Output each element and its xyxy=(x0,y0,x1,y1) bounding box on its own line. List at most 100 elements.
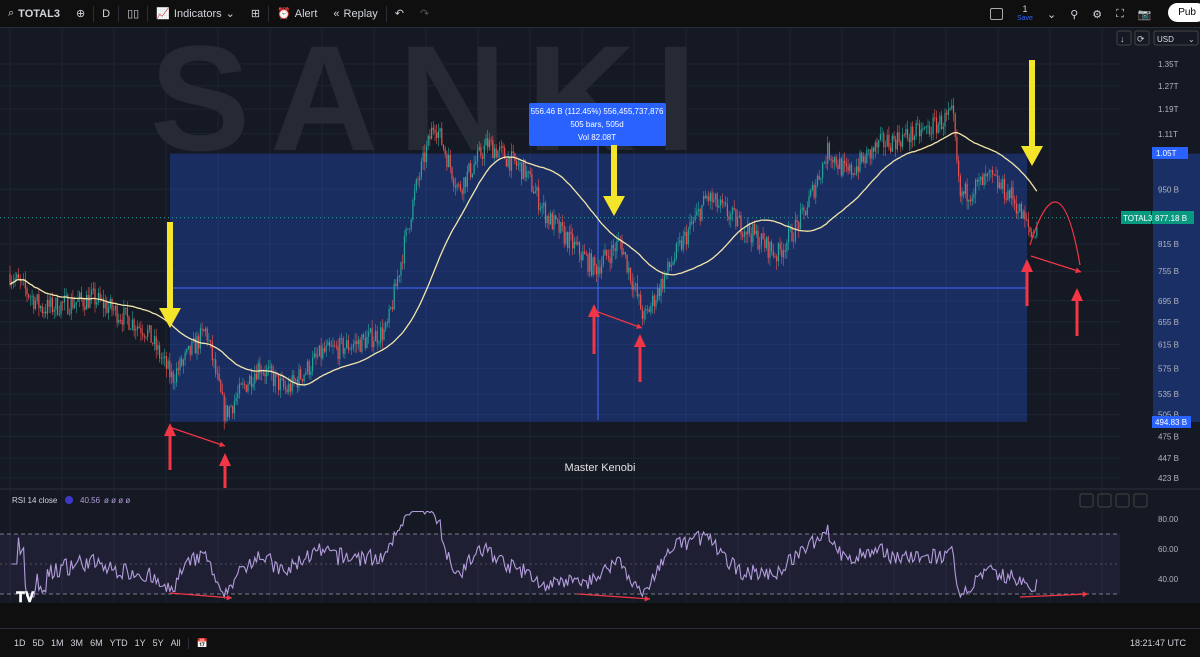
red-arrow-shaft xyxy=(592,316,596,354)
compare-button[interactable]: ⊕ xyxy=(68,0,93,27)
quick-search-icon[interactable]: ⚲ xyxy=(1070,8,1078,21)
candle-body xyxy=(563,225,565,244)
candle-body xyxy=(208,340,210,341)
candle-body xyxy=(975,179,977,195)
candle-body xyxy=(881,133,883,135)
candle-body xyxy=(958,160,960,176)
candle-body xyxy=(238,383,241,394)
candle-body xyxy=(541,206,543,209)
range-ytd[interactable]: YTD xyxy=(110,638,128,648)
chart-type-button[interactable]: ▯▯ xyxy=(119,0,147,27)
candle-body xyxy=(167,360,169,369)
layout-icon[interactable] xyxy=(990,8,1003,20)
candle-body xyxy=(454,185,456,188)
candle-body xyxy=(859,152,861,172)
clock[interactable]: 18:21:47 UTC xyxy=(1130,638,1186,648)
candle-body xyxy=(281,378,283,380)
candle-body xyxy=(567,232,569,249)
candle-body xyxy=(556,219,558,221)
candle-body xyxy=(199,328,201,349)
candle-body xyxy=(968,199,970,202)
chevron-down-icon[interactable]: ⌄ xyxy=(1047,8,1056,21)
candle-body xyxy=(623,252,625,255)
candle-body xyxy=(50,297,52,307)
candle-body xyxy=(453,178,455,186)
candle-body xyxy=(99,292,101,300)
fullscreen-icon[interactable]: ⛶ xyxy=(1116,8,1124,21)
candle-body xyxy=(935,117,938,133)
candle-body xyxy=(485,138,487,146)
candle-body xyxy=(531,174,533,192)
candle-body xyxy=(221,391,224,395)
candle-body xyxy=(470,163,472,178)
candle-body xyxy=(75,301,77,305)
range-6m[interactable]: 6M xyxy=(90,638,103,648)
candle-body xyxy=(990,170,992,172)
candle-body xyxy=(225,405,227,422)
price-tick: 815 B xyxy=(1158,240,1179,249)
candle-body xyxy=(827,142,829,164)
candle-body xyxy=(854,173,856,175)
candle-body xyxy=(884,146,887,148)
red-arrow-shaft xyxy=(168,435,172,470)
undo-button[interactable]: ↶ xyxy=(387,0,412,27)
delete-pane-button[interactable] xyxy=(1097,493,1112,508)
range-1y[interactable]: 1Y xyxy=(135,638,146,648)
range-1m[interactable]: 1M xyxy=(51,638,64,648)
candle-body xyxy=(138,326,140,329)
goto-date-icon[interactable]: 📅 xyxy=(187,637,208,649)
candle-body xyxy=(721,199,723,203)
symbol-search[interactable]: ⌕ TOTAL3 xyxy=(0,0,68,27)
settings-icon[interactable]: ⚙ xyxy=(1092,8,1102,21)
candle-body xyxy=(546,215,548,224)
candle-body xyxy=(784,250,786,252)
chart-area[interactable]: SANKI 556.46 B (112.45%) 556,455,737,876… xyxy=(0,14,1200,628)
candle-body xyxy=(526,171,528,178)
save-button[interactable]: 1 Save xyxy=(1017,5,1033,23)
candle-body xyxy=(898,132,900,143)
replay-button[interactable]: «Replay xyxy=(325,0,385,27)
candle-body xyxy=(62,301,64,303)
svg-text:494.83 B: 494.83 B xyxy=(1155,418,1187,427)
candle-body xyxy=(762,233,764,240)
range-5d[interactable]: 5D xyxy=(33,638,45,648)
move-up-button[interactable] xyxy=(1079,493,1094,508)
candle-body xyxy=(133,319,135,331)
range-5y[interactable]: 5Y xyxy=(153,638,164,648)
alert-button[interactable]: ⏰ Alert xyxy=(269,0,325,27)
camera-icon[interactable]: 📷 xyxy=(1138,8,1152,21)
candle-body xyxy=(254,373,256,384)
candle-body xyxy=(203,329,205,332)
range-1d[interactable]: 1D xyxy=(14,638,26,648)
candle-body xyxy=(250,375,252,387)
templates-button[interactable]: ⊞ xyxy=(243,0,268,27)
candle-body xyxy=(1007,190,1009,200)
yellow-arrow-shaft xyxy=(1029,60,1035,148)
candle-body xyxy=(499,146,501,151)
candle-body xyxy=(856,166,858,175)
candle-body xyxy=(794,219,796,241)
range-3m[interactable]: 3M xyxy=(71,638,84,648)
candle-body xyxy=(344,348,346,354)
rsi-tick: 60.00 xyxy=(1158,545,1179,554)
range-all[interactable]: All xyxy=(171,638,181,648)
candle-body xyxy=(946,112,948,115)
redo-button[interactable]: ↷ xyxy=(412,0,437,27)
chart-canvas[interactable]: SANKI 556.46 B (112.45%) 556,455,737,876… xyxy=(0,14,1200,628)
candle-body xyxy=(352,344,354,348)
rsi-settings-icon[interactable] xyxy=(65,496,73,504)
interval-button[interactable]: D xyxy=(94,0,118,27)
candle-body xyxy=(70,297,72,314)
candles-icon: ▯▯ xyxy=(127,8,140,20)
candle-body xyxy=(577,242,579,245)
candle-body xyxy=(475,161,477,165)
candle-body xyxy=(228,406,230,418)
candle-body xyxy=(929,126,931,135)
candle-body xyxy=(893,135,895,140)
candle-body xyxy=(244,383,246,386)
publish-button[interactable]: Pub xyxy=(1168,3,1200,22)
indicators-button[interactable]: 📈 Indicators ⌄ xyxy=(148,0,243,27)
candle-body xyxy=(592,257,594,276)
candle-body xyxy=(701,204,703,221)
candle-body xyxy=(517,164,519,166)
